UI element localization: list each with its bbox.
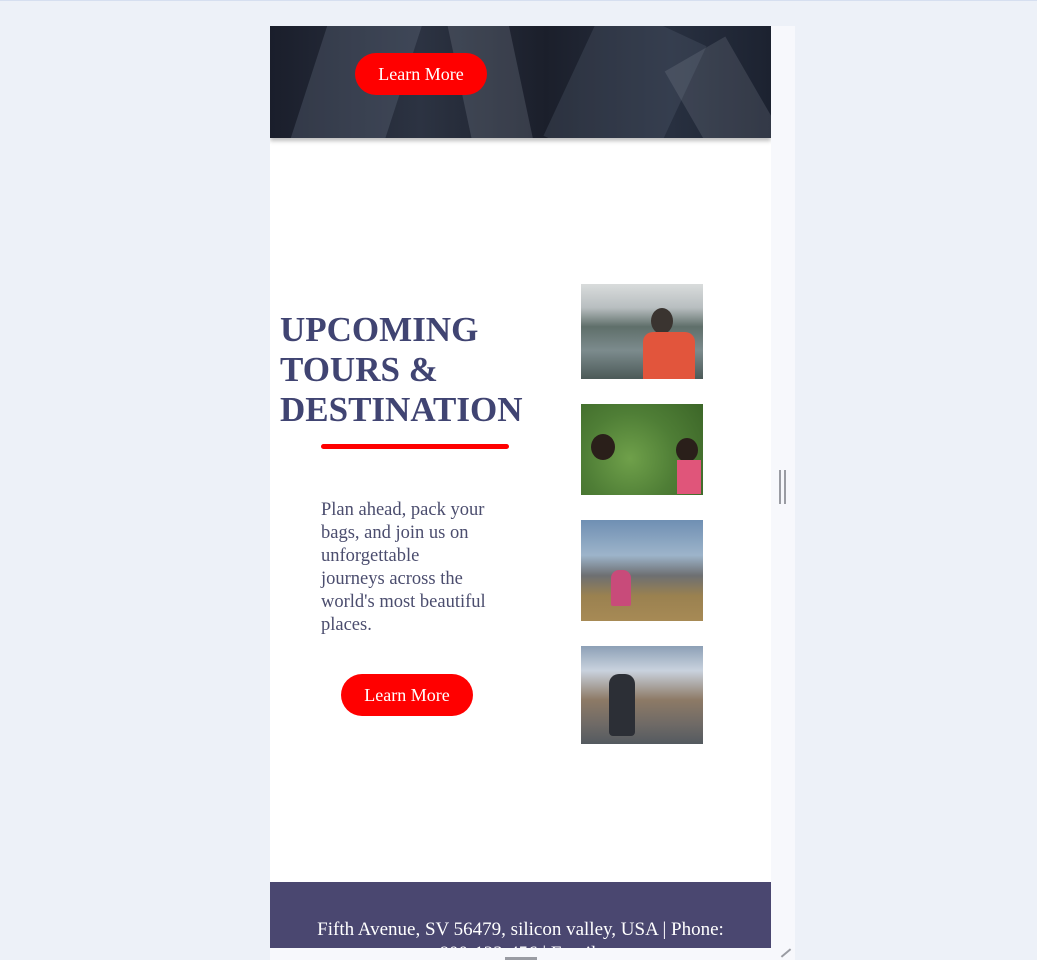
tour-photo-photographers (581, 404, 703, 495)
mobile-viewport[interactable]: Learn More UPCOMING TOURS & DESTINATION … (270, 26, 771, 960)
tours-heading: UPCOMING TOURS & DESTINATION (280, 310, 523, 429)
tour-photo-lake-hiker (581, 284, 703, 379)
tour-photo-mountain-view (581, 520, 703, 621)
hero-learn-more-button[interactable]: Learn More (355, 53, 487, 95)
tours-learn-more-button[interactable]: Learn More (341, 674, 473, 716)
window-top-border (0, 0, 1037, 1)
hero-banner: Learn More (270, 26, 771, 138)
tours-description: Plan ahead, pack your bags, and join us … (321, 500, 486, 635)
heading-underline (321, 444, 509, 449)
resize-handle-icon[interactable] (779, 470, 787, 504)
tour-photo-rocky-trail (581, 646, 703, 744)
